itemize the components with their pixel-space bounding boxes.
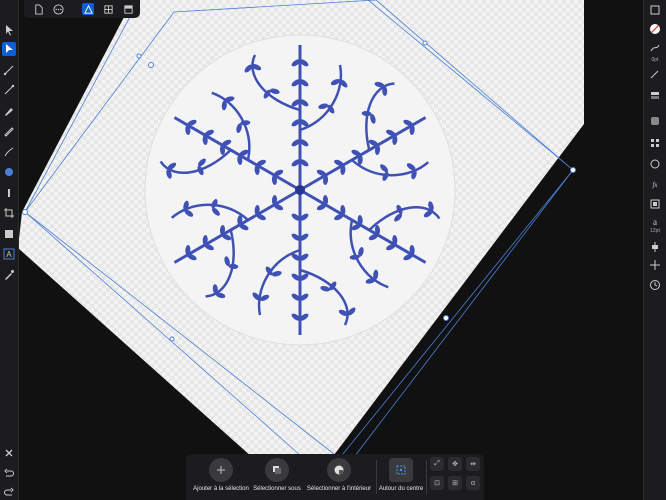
ornament-artwork[interactable]: [144, 34, 456, 346]
transparency-tool-icon[interactable]: [2, 186, 16, 200]
fill-tool-icon[interactable]: [2, 165, 16, 179]
align-icon[interactable]: [648, 240, 662, 254]
svg-text:A: A: [6, 250, 12, 259]
fx-icon[interactable]: fx: [648, 177, 662, 191]
transform-icon[interactable]: [648, 197, 662, 211]
text-size-label: 12pt: [650, 228, 660, 234]
alpha-option-icon[interactable]: α: [466, 476, 480, 490]
move-tool-icon[interactable]: [2, 23, 16, 37]
brush-icon[interactable]: [648, 67, 662, 81]
view-icon[interactable]: [122, 3, 134, 15]
svg-text:a: a: [653, 217, 657, 227]
transform-center-icon: [389, 458, 413, 482]
text-style-icon[interactable]: a: [648, 214, 662, 228]
canvas[interactable]: [18, 0, 644, 500]
center-box-icon[interactable]: ⊞: [448, 476, 462, 490]
text-tool-icon[interactable]: A: [2, 247, 16, 261]
vector-brush-icon[interactable]: [2, 145, 16, 159]
stroke-size-label: 0pt: [651, 57, 659, 63]
select-under-button[interactable]: Sélectionner sous: [242, 456, 312, 500]
transform-options-grid: ⤢ ✥ ⇹ ⊡ ⊞ α: [428, 454, 484, 500]
svg-text:fx: fx: [652, 181, 658, 189]
divider: [426, 460, 427, 494]
close-icon[interactable]: [2, 446, 16, 460]
left-toolbar: A: [0, 0, 19, 500]
select-inside-icon: [327, 458, 351, 482]
point-transform-icon[interactable]: [2, 83, 16, 97]
stroke-icon[interactable]: [648, 41, 662, 55]
more-icon[interactable]: [52, 3, 64, 15]
adjustments-icon[interactable]: [648, 114, 662, 128]
document-icon[interactable]: [32, 3, 44, 15]
select-under-icon: [265, 458, 289, 482]
navigator-icon[interactable]: [648, 3, 662, 17]
rotate-option-icon[interactable]: ⤢: [430, 457, 444, 471]
plus-icon: [209, 458, 233, 482]
layers-icon[interactable]: [648, 88, 662, 102]
color-picker-icon[interactable]: [2, 268, 16, 282]
redo-icon[interactable]: [2, 485, 16, 499]
history-icon[interactable]: [648, 278, 662, 292]
node-tool-icon[interactable]: [2, 42, 16, 56]
snap-box-icon[interactable]: ⊡: [430, 476, 444, 490]
undo-icon[interactable]: [2, 466, 16, 480]
rectangle-tool-icon[interactable]: [2, 227, 16, 241]
crop-tool-icon[interactable]: [2, 206, 16, 220]
select-inside-button[interactable]: Sélectionner à l'intérieur: [304, 456, 374, 500]
right-studio-panel: 0pt fx a 12pt: [643, 0, 666, 500]
top-toolbar: [24, 0, 140, 18]
snapping-icon[interactable]: [648, 258, 662, 272]
pen-tool-icon[interactable]: [2, 104, 16, 118]
persona-icon[interactable]: [82, 3, 94, 15]
appearance-icon[interactable]: [648, 136, 662, 150]
scale-option-icon[interactable]: ✥: [448, 457, 462, 471]
grid-icon[interactable]: [102, 3, 114, 15]
pencil-tool-icon[interactable]: [2, 124, 16, 138]
color-swatch-icon[interactable]: [648, 22, 662, 36]
distort-option-icon[interactable]: ⇹: [466, 457, 480, 471]
styles-icon[interactable]: [648, 157, 662, 171]
corner-tool-icon[interactable]: [2, 63, 16, 77]
